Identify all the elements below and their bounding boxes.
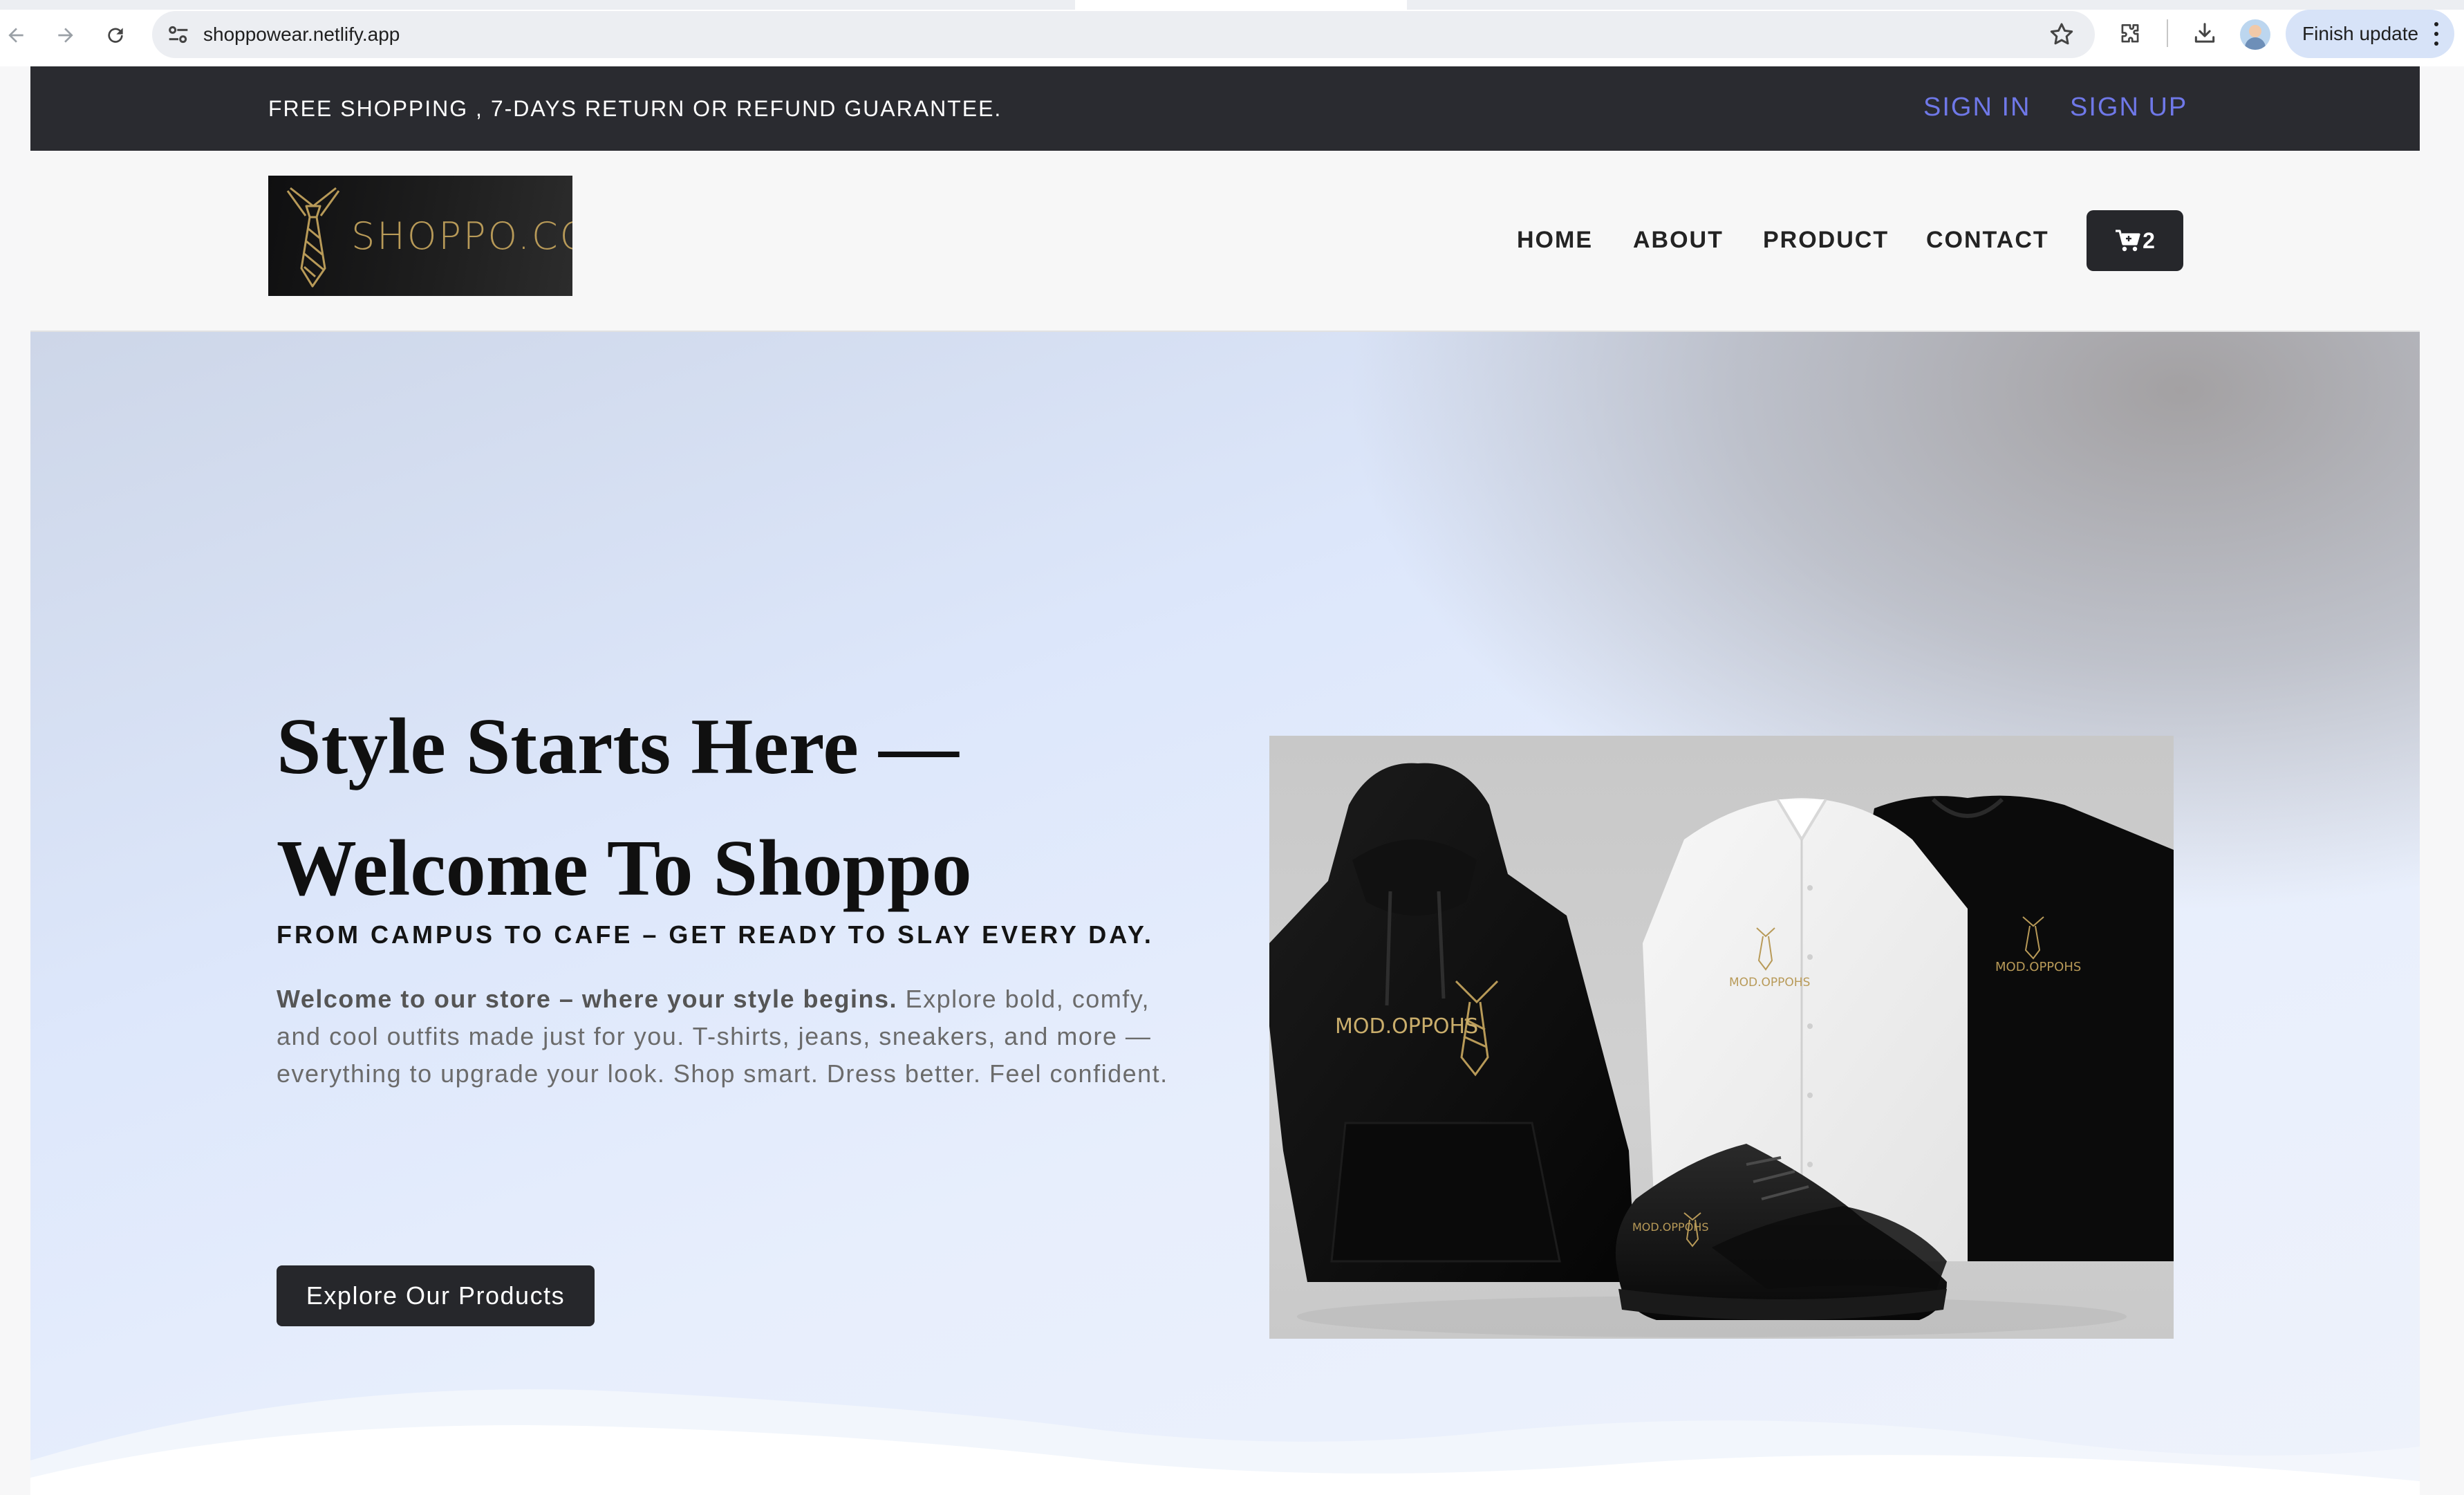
svg-text:MOD.OPPOHS: MOD.OPPOHS [1632, 1220, 1708, 1234]
forward-button[interactable] [47, 17, 84, 54]
hero-title-line1: Style Starts Here — [277, 703, 959, 791]
hero-section: Style Starts Here — Welcome To Shoppo FR… [30, 332, 2420, 1495]
hero-title-line2: Welcome To Shoppo [277, 824, 972, 913]
tie-icon [286, 187, 340, 288]
address-bar[interactable]: shoppowear.netlify.app [152, 11, 2095, 58]
page: FREE SHOPPING , 7-DAYS RETURN OR REFUND … [0, 66, 2464, 1495]
active-tab-edge [1075, 0, 1407, 10]
logo-text: SHOPPO.COM [351, 214, 572, 258]
explore-products-button[interactable]: Explore Our Products [277, 1265, 595, 1326]
site-header: SHOPPO.COM HOME ABOUT PRODUCT CONTACT 2 [30, 151, 2420, 332]
finish-update-label: Finish update [2302, 23, 2419, 44]
apparel-illustration: MOD.OPPOHS MOD.OPPOHS MOD.OPPOHS MOD.OPP… [1269, 763, 2174, 1337]
browser-toolbar: shoppowear.netlify.app Finish update [0, 0, 2464, 66]
finish-update-button[interactable]: Finish update [2286, 10, 2454, 58]
toolbar-separator [2167, 19, 2168, 47]
nav-product[interactable]: PRODUCT [1763, 151, 1889, 329]
hero-description: Welcome to our store – where your style … [277, 981, 1196, 1093]
cart-icon [2116, 230, 2140, 252]
nav-home[interactable]: HOME [1517, 151, 1593, 329]
star-icon[interactable] [2048, 21, 2075, 48]
back-button[interactable] [0, 17, 35, 54]
product-showcase-image: MOD.OPPOHS MOD.OPPOHS MOD.OPPOHS MOD.OPP… [1269, 736, 2174, 1339]
url-text[interactable]: shoppowear.netlify.app [203, 21, 400, 48]
forward-icon [58, 28, 73, 43]
back-icon [8, 28, 24, 43]
svg-text:MOD.OPPOHS: MOD.OPPOHS [1335, 1014, 1478, 1039]
nav-about[interactable]: ABOUT [1633, 151, 1724, 329]
nav-contact[interactable]: CONTACT [1926, 151, 2049, 329]
cart-count: 2 [2143, 228, 2155, 253]
promo-text: FREE SHOPPING , 7-DAYS RETURN OR REFUND … [268, 96, 1002, 121]
profile-avatar[interactable] [2240, 19, 2270, 50]
site-logo[interactable]: SHOPPO.COM [268, 176, 572, 296]
hero-subtitle: FROM CAMPUS TO CAFE – GET READY TO SLAY … [277, 920, 1154, 949]
menu-dots-icon[interactable] [2434, 22, 2439, 46]
sign-in-link[interactable]: SIGN IN [1923, 66, 2031, 148]
site-info-icon[interactable] [165, 21, 192, 48]
download-icon [2194, 23, 2215, 43]
svg-text:MOD.OPPOHS: MOD.OPPOHS [1995, 960, 2081, 974]
extensions-button[interactable] [2113, 17, 2147, 51]
announcement-bar: FREE SHOPPING , 7-DAYS RETURN OR REFUND … [30, 66, 2420, 151]
extensions-icon [2121, 24, 2139, 43]
reload-icon [108, 28, 123, 43]
reload-button[interactable] [97, 17, 134, 54]
downloads-button[interactable] [2187, 17, 2222, 51]
hero-description-bold: Welcome to our store – where your style … [277, 985, 898, 1013]
svg-text:MOD.OPPOHS: MOD.OPPOHS [1729, 976, 1810, 990]
hero-wave-divider [30, 1389, 2420, 1495]
sign-up-link[interactable]: SIGN UP [2070, 66, 2187, 148]
hero-title: Style Starts Here — Welcome To Shoppo [277, 686, 1244, 929]
cart-button[interactable]: 2 [2087, 210, 2183, 271]
